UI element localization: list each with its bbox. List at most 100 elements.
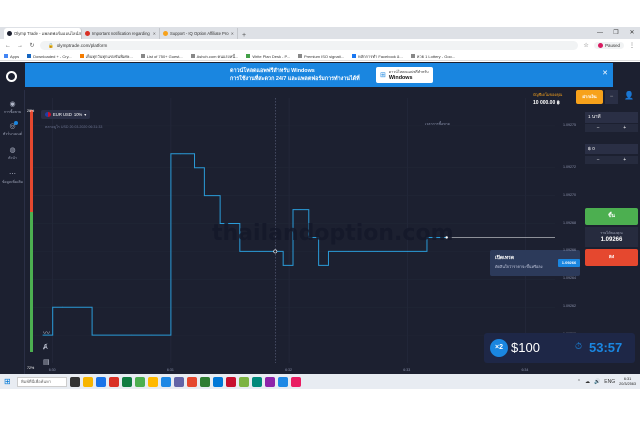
close-promo-icon[interactable]: ✕ [602, 69, 608, 77]
tab-support[interactable]: Support - IQ Option Affiliate Pro ✕ [160, 28, 238, 39]
new-tab-button[interactable]: + [238, 32, 250, 39]
taskbar-app-icon[interactable] [70, 376, 80, 387]
bookmark-icon [410, 54, 415, 59]
taskbar-app-icon[interactable] [83, 376, 93, 387]
taskbar-app-icon[interactable] [265, 376, 275, 387]
multiplier-badge: ×2 [490, 339, 508, 357]
duration-stepper: − + [585, 124, 638, 132]
download-windows-button[interactable]: ⊞ ดาวน์โหลดแอปฟรีสำหรับ Windows [376, 67, 433, 83]
forward-icon[interactable]: → [16, 43, 24, 49]
trading-app: ดาวน์โหลดแอพฟรีสำหรับ Windows การใช้งานท… [0, 62, 640, 399]
sentiment-bar-up [30, 212, 33, 352]
reload-icon[interactable]: ↻ [28, 42, 36, 49]
taskbar-app-icon[interactable] [213, 376, 223, 387]
taskbar-app-icon[interactable] [109, 376, 119, 387]
taskbar-app-icon[interactable] [135, 376, 145, 387]
x-tick-label: 6:34 [521, 368, 529, 372]
taskbar-app-icon[interactable] [122, 376, 132, 387]
price-chart[interactable]: EUR USD 10% ▾ ตลาดยูโร USD 20.03.2020 06… [25, 88, 585, 399]
taskbar-app-icon[interactable] [96, 376, 106, 387]
sidebar-item-tournaments[interactable]: ◎ ทัวร์นาเมนต์ [0, 121, 25, 137]
system-clock[interactable]: 6:31 20/3/2563 [619, 377, 636, 387]
taskbar-app-icon[interactable] [226, 376, 236, 387]
bookmark-item[interactable]: หวย 1 Lottery - Goo... [410, 53, 455, 60]
close-tab-icon[interactable]: ✕ [153, 31, 156, 36]
user-icon[interactable]: 👤 [624, 91, 634, 100]
duration-plus-button[interactable]: + [623, 125, 626, 131]
menu-icon[interactable]: ⋮ [628, 42, 636, 49]
taskbar-app-icon[interactable] [239, 376, 249, 387]
price-point [62, 306, 63, 308]
close-window-button[interactable]: ✕ [624, 27, 640, 39]
overlay-amount: $100 [511, 340, 540, 355]
maximize-button[interactable]: ❐ [608, 27, 624, 39]
bookmark-item[interactable]: Ashch.com คนแรงหนี้... [190, 53, 238, 60]
price-point [406, 251, 408, 252]
promo-title: ดาวน์โหลดแอพฟรีสำหรับ Windows [230, 68, 315, 74]
tab-olymp-trade[interactable]: Olymp Trade - แพลตฟอร์มออนไลน์ส ✕ [4, 28, 82, 39]
asset-selector[interactable]: EUR USD 10% ▾ [41, 110, 91, 119]
sidebar-item-indicators[interactable]: ◍ ตัวนำ [0, 146, 25, 161]
taskbar-app-icon[interactable] [252, 376, 262, 387]
indicator-icon: ◍ [9, 147, 16, 154]
olymp-logo-icon[interactable] [6, 71, 17, 82]
account-menu-button[interactable]: − [605, 90, 618, 104]
taskbar-app-icon[interactable] [174, 376, 184, 387]
indicators-icon[interactable]: ▤ [43, 358, 50, 366]
star-icon[interactable]: ☆ [582, 42, 590, 49]
url-bar[interactable]: 🔒 olymptrade.com/platform [40, 41, 579, 50]
bookmark-item[interactable]: เห็นทุกวันทุกแข่งขันพิเศษ... [79, 53, 133, 60]
y-tick-label: 1.09272 [563, 164, 576, 169]
promo-subtitle: การใช้งานที่สะดวก 24/7 และแพลตฟอร์มการทำ… [230, 76, 360, 82]
tab-gmail[interactable]: Important notification regarding ✕ [82, 28, 160, 39]
app-topbar: ดาวน์โหลดแอพฟรีสำหรับ Windows การใช้งานท… [0, 62, 640, 88]
profile-button[interactable]: Paused [594, 41, 624, 50]
taskbar-search[interactable]: พิมพ์ที่นี่เพื่อค้นหา [17, 376, 67, 387]
sidebar-item-label: ข้อมูลเพิ่มเติม [1, 180, 24, 184]
duration-minus-button[interactable]: − [597, 125, 600, 131]
taskbar-app-icon[interactable] [278, 376, 288, 387]
bookmark-item[interactable]: หลักการทำ Facebook อ... [352, 53, 403, 60]
sidebar-item-more[interactable]: ⋯ ข้อมูลเพิ่มเติม [0, 170, 25, 185]
promo-banner[interactable]: ดาวน์โหลดแอพฟรีสำหรับ Windows การใช้งานท… [25, 63, 613, 87]
close-tab-icon[interactable]: ✕ [231, 31, 234, 36]
cloud-icon[interactable]: ☁ [585, 379, 590, 385]
notification-badge [14, 121, 18, 125]
bookmark-item[interactable]: Downloaded + - Cry... [27, 54, 72, 59]
bookmark-item[interactable]: Write Plan Desk - P... [246, 54, 290, 59]
taskbar-app-icon[interactable] [291, 376, 301, 387]
bookmark-item[interactable]: Premium ISO signati... [298, 54, 344, 59]
sentiment-percent-top: 28% [27, 109, 35, 113]
price-point [300, 209, 302, 210]
volume-icon[interactable]: 🔊 [594, 379, 600, 385]
price-point [377, 251, 379, 252]
up-button[interactable]: ขึ้น [585, 208, 638, 225]
taskbar-app-icon[interactable] [161, 376, 171, 387]
video-overlay: ×2 $100 ⏱ 53:57 [484, 333, 635, 363]
language-indicator[interactable]: ENG [604, 379, 615, 385]
taskbar-app-icon[interactable] [187, 376, 197, 387]
windows-start-icon[interactable]: ⊞ [4, 377, 14, 386]
amount-label[interactable]: ฿ 0 [585, 144, 638, 154]
duration-label[interactable]: 1 นาที [585, 112, 638, 123]
apps-icon [4, 54, 8, 59]
drawing-tool-icon[interactable]: Ⱥ [43, 344, 48, 351]
amount-minus-button[interactable]: − [597, 157, 600, 163]
tray-chevron-icon[interactable]: ⌃ [577, 379, 581, 385]
amount-plus-button[interactable]: + [623, 157, 626, 163]
below-screen-area [0, 389, 640, 427]
price-point [239, 251, 241, 252]
chart-type-icon[interactable]: 〰 [43, 328, 50, 338]
bookmark-item[interactable]: Apps [4, 54, 19, 59]
taskbar-apps [70, 376, 301, 387]
taskbar-app-icon[interactable] [200, 376, 210, 387]
minimize-button[interactable]: — [592, 27, 608, 39]
taskbar-app-icon[interactable] [148, 376, 158, 387]
bookmark-item[interactable]: List of 750+ Guest... [140, 54, 183, 59]
back-icon[interactable]: ← [4, 43, 12, 49]
browser-window: Olymp Trade - แพลตฟอร์มออนไลน์ส ✕ Import… [0, 0, 640, 427]
sidebar-item-trade[interactable]: ◉ การซื้อขาย [0, 100, 25, 115]
down-button[interactable]: ลง [585, 249, 638, 266]
windows-logo-icon: ⊞ [380, 72, 386, 79]
price-point [52, 306, 54, 308]
